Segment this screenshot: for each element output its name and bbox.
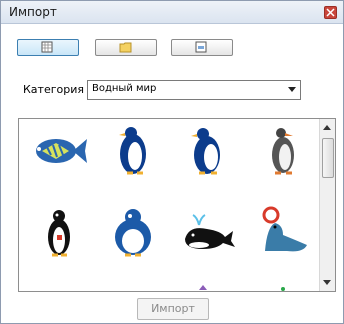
seal-icon xyxy=(262,206,307,252)
penguin-icon xyxy=(115,209,151,257)
penguin-icon xyxy=(272,128,294,175)
penguin-icon xyxy=(119,127,146,175)
whale-item[interactable] xyxy=(177,203,237,263)
vertical-scrollbar[interactable] xyxy=(319,119,335,291)
penguin-icon xyxy=(191,128,220,175)
image-gallery[interactable] xyxy=(18,118,336,292)
image-icon xyxy=(195,41,207,53)
category-label: Категория xyxy=(23,83,84,96)
category-selected-value: Водный мир xyxy=(92,83,157,94)
penguin-item-1[interactable] xyxy=(103,121,163,181)
close-button[interactable] xyxy=(324,6,337,19)
fish-icon xyxy=(36,139,87,163)
scroll-down-icon[interactable] xyxy=(323,280,331,285)
category-select[interactable]: Водный мир xyxy=(87,80,301,100)
folder-icon xyxy=(119,42,132,53)
image-button[interactable] xyxy=(171,39,233,56)
partial-icon xyxy=(281,287,285,291)
penguin-item-2[interactable] xyxy=(177,121,237,181)
window-title: Импорт xyxy=(9,5,57,19)
penguin-item-4[interactable] xyxy=(29,203,89,263)
scroll-up-icon[interactable] xyxy=(323,125,331,130)
penguin-item-5[interactable] xyxy=(103,203,163,263)
grid-view-icon xyxy=(41,41,53,53)
open-folder-button[interactable] xyxy=(95,39,157,56)
grid-view-button[interactable] xyxy=(17,39,79,56)
title-bar: Импорт xyxy=(1,1,343,24)
seal-item[interactable] xyxy=(253,203,313,263)
fish-item[interactable] xyxy=(29,121,89,181)
import-button[interactable]: Импорт xyxy=(137,298,209,320)
partial-icon xyxy=(199,285,207,290)
chevron-down-icon xyxy=(288,87,296,92)
penguin-icon xyxy=(48,210,70,257)
penguin-item-3[interactable] xyxy=(253,121,313,181)
whale-icon xyxy=(185,214,235,249)
scroll-thumb[interactable] xyxy=(322,138,334,178)
partial-item[interactable] xyxy=(189,279,249,291)
import-dialog: Импорт Категория Водный мир Импорт xyxy=(0,0,344,324)
close-icon xyxy=(326,8,335,17)
